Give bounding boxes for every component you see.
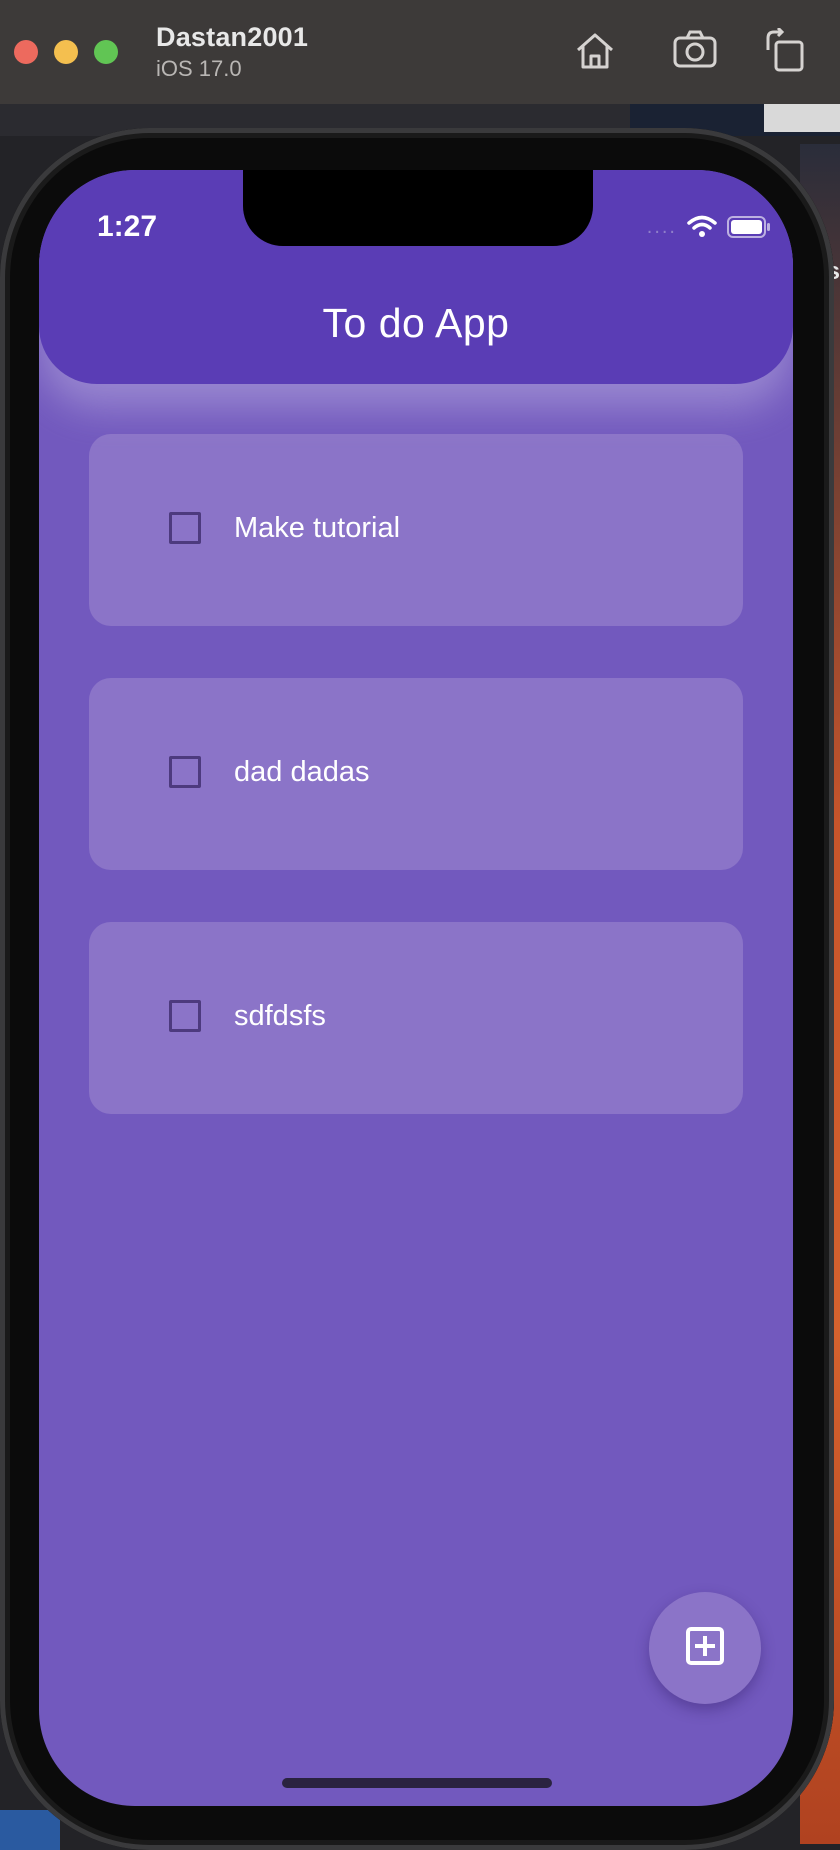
todo-item[interactable]: Make tutorial <box>89 434 743 626</box>
todo-item[interactable]: dad dadas <box>89 678 743 870</box>
todo-checkbox[interactable] <box>169 512 201 544</box>
minimize-window-button[interactable] <box>54 40 78 64</box>
cellular-signal-icon: .... <box>646 215 677 238</box>
dock-edge <box>0 1810 60 1850</box>
background-thumbnail <box>764 104 840 132</box>
page-title: To do App <box>322 300 510 346</box>
close-window-button[interactable] <box>14 40 38 64</box>
todo-label: Make tutorial <box>234 512 401 544</box>
status-icons: .... <box>647 212 771 242</box>
home-indicator[interactable] <box>282 1778 552 1788</box>
todo-checkbox[interactable] <box>169 1000 201 1032</box>
phone-screen: 1:27 .... To do App Make tutorial dad da… <box>39 170 793 1806</box>
todo-checkbox[interactable] <box>169 756 201 788</box>
notch <box>243 170 593 246</box>
battery-icon <box>727 216 771 238</box>
add-box-icon <box>685 1626 725 1671</box>
todo-list: Make tutorial dad dadas sdfdsfs <box>89 434 743 1166</box>
status-time: 1:27 <box>97 210 158 243</box>
screenshot-icon[interactable] <box>672 28 718 74</box>
todo-label: dad dadas <box>234 756 370 788</box>
todo-item[interactable]: sdfdsfs <box>89 922 743 1114</box>
add-todo-button[interactable] <box>649 1592 761 1704</box>
rotate-icon[interactable] <box>762 26 808 74</box>
os-version: iOS 17.0 <box>156 56 242 81</box>
simulator-titlebar: Dastan2001 iOS 17.0 <box>0 0 840 105</box>
wifi-icon <box>687 215 717 239</box>
device-name: Dastan2001 <box>156 22 309 52</box>
todo-label: sdfdsfs <box>234 1000 326 1032</box>
home-icon[interactable] <box>572 28 618 74</box>
zoom-window-button[interactable] <box>94 40 118 64</box>
